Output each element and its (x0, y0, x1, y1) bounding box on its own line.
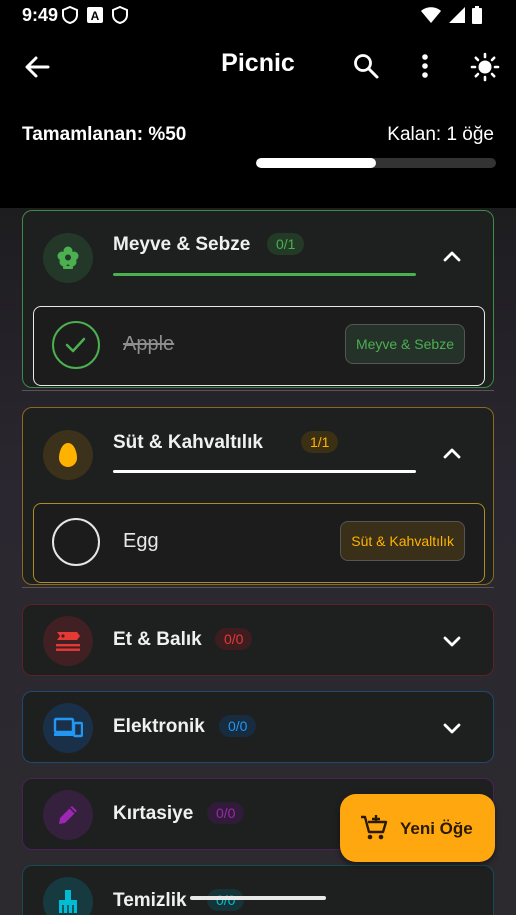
egg-icon (43, 430, 93, 480)
shield-icon (62, 6, 78, 24)
category-count-badge: 0/0 (219, 715, 257, 737)
checkbox-unchecked[interactable] (52, 518, 100, 566)
home-indicator[interactable] (190, 896, 326, 900)
item-name: Egg (123, 530, 159, 552)
remaining-count: Kalan: 1 öğe (387, 124, 494, 145)
chevron-up-icon[interactable] (441, 443, 463, 465)
category-title: Kırtasiye (113, 803, 194, 824)
item-category-tag: Süt & Kahvaltılık (340, 521, 465, 561)
category-card-sut-kahvaltilik: Süt & Kahvaltılık 1/1 Egg Süt & Kahvaltı… (22, 407, 494, 585)
category-title: Meyve & Sebze (113, 234, 251, 255)
status-icons-left: A (62, 6, 128, 24)
progress-bar (256, 158, 496, 168)
add-item-label: Yeni Öğe (400, 819, 473, 838)
category-count-badge: 0/1 (267, 233, 305, 255)
app-a-icon: A (87, 7, 103, 23)
search-icon[interactable] (352, 52, 380, 80)
flower-icon (43, 233, 93, 283)
status-bar: 9:49 A (0, 0, 516, 32)
category-title: Elektronik (113, 716, 205, 737)
item-name: Apple (123, 333, 175, 355)
devices-icon (43, 703, 93, 753)
status-icons-right (420, 6, 482, 24)
chevron-up-icon[interactable] (441, 246, 463, 268)
category-card-et-balik[interactable]: Et & Balık 0/0 (22, 604, 494, 676)
category-title: Et & Balık (113, 629, 202, 650)
battery-icon (472, 6, 482, 24)
category-count-badge: 0/0 (215, 628, 253, 650)
category-card-temizlik[interactable]: Temizlik 0/0 (22, 865, 494, 915)
add-cart-icon (361, 815, 388, 840)
category-title: Süt & Kahvaltılık (113, 432, 263, 453)
shield-icon (112, 6, 128, 24)
category-card-elektronik[interactable]: Elektronik 0/0 (22, 691, 494, 763)
chevron-down-icon[interactable] (441, 717, 463, 739)
category-progress-line (113, 470, 416, 473)
checkbox-checked[interactable] (52, 321, 100, 369)
brightness-icon[interactable] (470, 52, 500, 82)
svg-text:A: A (91, 9, 100, 23)
cleaning-brush-icon (43, 877, 93, 915)
pencil-icon (43, 790, 93, 840)
check-icon (65, 337, 86, 353)
signal-icon (449, 7, 465, 23)
app-bar: Picnic (0, 32, 516, 100)
add-item-button[interactable]: Yeni Öğe (340, 794, 495, 862)
list-item[interactable]: Egg Süt & Kahvaltılık (33, 503, 485, 583)
chevron-down-icon[interactable] (441, 630, 463, 652)
category-card-meyve-sebze: Meyve & Sebze 0/1 Apple Meyve & Sebze (22, 210, 494, 388)
list-item[interactable]: Apple Meyve & Sebze (33, 306, 485, 386)
category-progress-line (113, 273, 416, 276)
progress-summary: Tamamlanan: %50 Kalan: 1 öğe (0, 100, 516, 210)
wifi-icon (421, 7, 441, 23)
category-count-badge: 1/1 (301, 431, 339, 453)
fish-icon (43, 616, 93, 666)
category-count-badge: 0/0 (207, 802, 245, 824)
page-title: Picnic (221, 49, 295, 77)
status-time: 9:49 (22, 5, 59, 25)
divider (22, 587, 494, 588)
category-title: Temizlik (113, 890, 187, 911)
category-count-badge: 0/0 (207, 889, 245, 911)
progress-bar-fill (256, 158, 376, 168)
more-vert-icon[interactable] (416, 52, 434, 80)
completed-percentage: Tamamlanan: %50 (22, 124, 187, 145)
divider (22, 390, 494, 391)
item-category-tag: Meyve & Sebze (344, 324, 465, 364)
